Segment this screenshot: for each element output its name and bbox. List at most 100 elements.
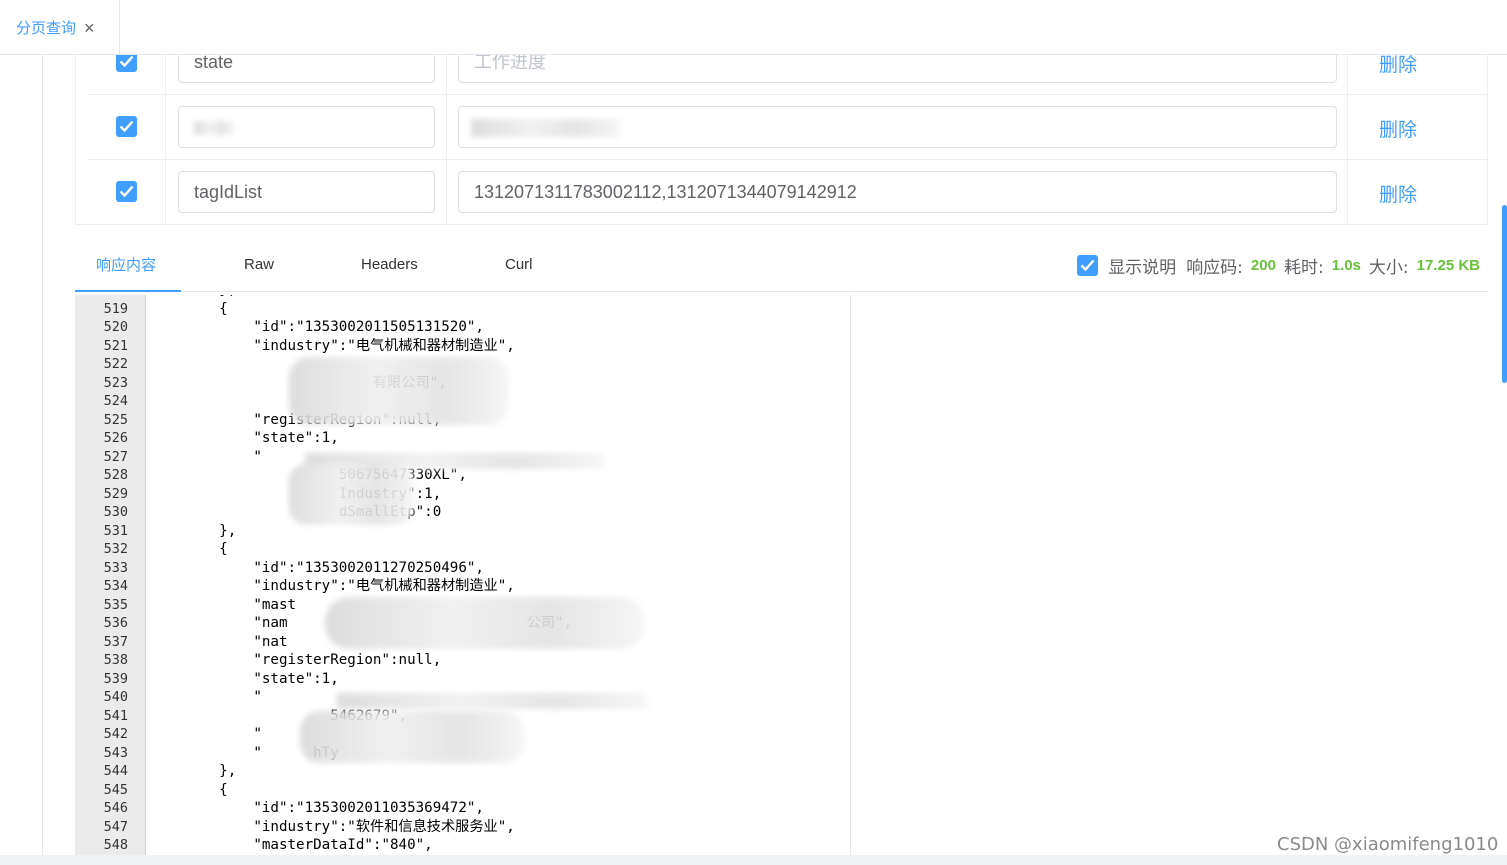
code-line: 526 "state":1, [75, 429, 850, 448]
code-text: "mast [185, 596, 297, 613]
line-number: 537 [103, 633, 128, 650]
tab-response-content[interactable]: 响应内容 [96, 238, 156, 292]
line-number: 526 [103, 430, 128, 446]
response-code-editor[interactable]: 518 },519 {520 "id":"1353002011505131520… [75, 295, 851, 855]
redacted-block [289, 463, 414, 525]
line-number: 540 [103, 689, 128, 705]
code-text: "masterDataId":"840", [185, 837, 433, 853]
time-label: 耗时: [1283, 258, 1324, 278]
check-icon [1080, 259, 1095, 272]
status-code-label: 响应码: [1186, 258, 1243, 278]
code-line: 530 dSmallEtp":0 [75, 503, 850, 522]
delete-button[interactable]: 删除 [1379, 115, 1417, 142]
line-number: 532 [103, 541, 128, 557]
tab-page-query[interactable]: 分页查询 × [0, 0, 120, 55]
left-rail-divider [42, 55, 43, 855]
param-value-input[interactable]: 1312071311783002112,1312071344079142912 [458, 171, 1337, 213]
param-checkbox[interactable] [116, 55, 137, 72]
param-checkbox[interactable] [116, 181, 137, 202]
line-number: 524 [103, 393, 128, 409]
redacted-value [471, 119, 621, 137]
code-line: 547 "industry":"软件和信息技术服务业", [75, 818, 850, 837]
code-line: 519 { [75, 300, 850, 319]
param-value-input[interactable]: 工作进度 [458, 55, 1337, 83]
param-value-input[interactable] [458, 106, 1337, 148]
line-number: 535 [103, 596, 128, 613]
size-label: 大小: [1368, 258, 1409, 278]
param-key-input[interactable]: state [178, 55, 435, 83]
response-tabs: 响应内容 Raw Headers Curl 显示说明 响应码: 200 耗时: … [75, 238, 1488, 292]
line-number: 545 [103, 781, 128, 798]
code-text: { [185, 541, 228, 557]
show-desc-label: 显示说明 [1108, 258, 1177, 278]
size-value: 17.25 KB [1416, 257, 1480, 274]
code-line: 538 "registerRegion":null, [75, 651, 850, 670]
delete-button[interactable]: 删除 [1379, 55, 1417, 77]
code-line: 534 "industry":"电气机械和器材制造业", [75, 577, 850, 596]
watermark: CSDN @xiaomifeng1010 [1277, 834, 1499, 855]
response-meta: 显示说明 响应码: 200 耗时: 1.0s 大小: 17.25 KB [1077, 253, 1480, 278]
param-checkbox[interactable] [116, 116, 137, 137]
code-text: "industry":"电气机械和器材制造业", [185, 578, 515, 594]
code-text: "id":"1353002011035369472", [185, 800, 484, 816]
redacted-block [337, 693, 647, 709]
param-row: 删除 [88, 95, 1487, 160]
redacted-block [289, 357, 509, 425]
code-text: " [185, 689, 262, 705]
line-number: 519 [103, 300, 128, 317]
close-icon[interactable]: × [84, 19, 95, 37]
code-text: "registerRegion":null, [185, 652, 442, 668]
line-number: 542 [103, 726, 128, 742]
footer-band [0, 855, 1507, 865]
check-icon [119, 185, 134, 198]
line-number: 534 [103, 578, 128, 594]
code-line: 539 "state":1, [75, 670, 850, 689]
code-line: 545 { [75, 781, 850, 800]
check-icon [119, 55, 134, 68]
line-number: 536 [103, 615, 128, 631]
code-line: 521 "industry":"电气机械和器材制造业", [75, 337, 850, 356]
line-number: 521 [103, 337, 128, 354]
line-number: 522 [103, 356, 128, 372]
check-icon [119, 120, 134, 133]
tab-headers[interactable]: Headers [361, 238, 418, 292]
code-line: 544 }, [75, 762, 850, 781]
param-key-input[interactable]: tagIdList [178, 171, 435, 213]
line-number: 525 [103, 411, 128, 428]
time-value: 1.0s [1331, 257, 1361, 274]
code-line: 520 "id":"1353002011505131520", [75, 318, 850, 337]
code-line: 546 "id":"1353002011035369472", [75, 799, 850, 818]
param-key-input[interactable] [178, 106, 435, 148]
code-text: "industry":"电气机械和器材制造业", [185, 337, 515, 354]
line-number: 544 [103, 763, 128, 779]
line-number: 523 [103, 374, 128, 391]
code-line: 532 { [75, 540, 850, 559]
tab-curl[interactable]: Curl [505, 238, 533, 292]
line-number: 533 [103, 559, 128, 576]
line-number: 527 [103, 448, 128, 465]
line-number: 529 [103, 485, 128, 502]
param-row: tagIdList 1312071311783002112,1312071344… [88, 160, 1487, 224]
line-number: 531 [103, 522, 128, 539]
code-text: }, [185, 522, 237, 539]
line-number: 543 [103, 744, 128, 761]
line-number: 538 [103, 652, 128, 668]
redacted-block [325, 597, 645, 649]
tab-label: 分页查询 [16, 19, 77, 37]
code-line: 529 Industry":1, [75, 485, 850, 504]
param-row: state 工作进度 删除 [88, 55, 1487, 95]
redacted-block [300, 711, 525, 763]
code-text: " [185, 448, 262, 465]
params-table: state 工作进度 删除 删除 tagIdList 1312071311783… [75, 55, 1488, 225]
tab-raw[interactable]: Raw [244, 238, 274, 292]
code-text: " [185, 726, 262, 742]
scrollbar-thumb[interactable] [1502, 205, 1507, 383]
active-tab-indicator [75, 290, 181, 292]
code-text: "nat [185, 633, 288, 650]
show-desc-checkbox[interactable] [1077, 255, 1099, 276]
code-text: "state":1, [185, 430, 339, 446]
code-text: { [185, 300, 228, 317]
line-number: 539 [103, 670, 128, 687]
code-text: "id":"1353002011505131520", [185, 319, 484, 335]
delete-button[interactable]: 删除 [1379, 180, 1417, 207]
